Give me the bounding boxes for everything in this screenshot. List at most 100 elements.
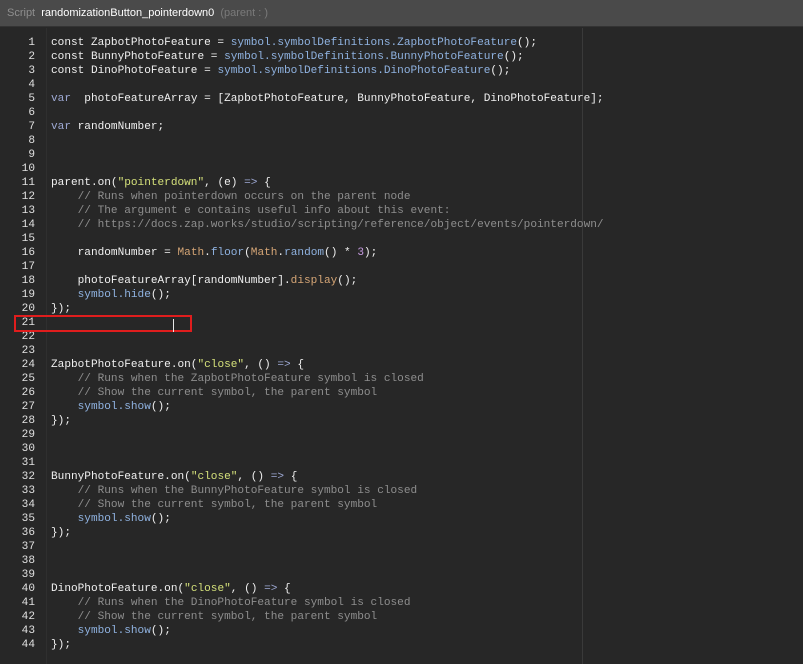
code-text[interactable]: symbol.show(); — [51, 512, 171, 526]
code-line[interactable]: 8 — [0, 134, 803, 148]
code-text[interactable]: randomNumber = Math.floor(Math.random() … — [51, 246, 378, 260]
code-line[interactable]: 27 symbol.show(); — [0, 400, 803, 414]
code-line[interactable]: 14 // https://docs.zap.works/studio/scri… — [0, 218, 803, 232]
code-token: => — [244, 177, 258, 189]
code-text[interactable]: }); — [51, 302, 71, 316]
code-line[interactable]: 10 — [0, 162, 803, 176]
code-line[interactable]: 36}); — [0, 526, 803, 540]
code-text[interactable]: // https://docs.zap.works/studio/scripti… — [51, 218, 604, 232]
line-number: 8 — [28, 135, 35, 147]
code-text[interactable]: // Show the current symbol, the parent s… — [51, 386, 378, 400]
line-number: 12 — [21, 191, 35, 203]
code-line[interactable]: 24 ZapbotPhotoFeature.on("close", () => { — [0, 358, 803, 372]
code-token: symbol.hide — [77, 289, 151, 301]
code-line[interactable]: 18 photoFeatureArray[randomNumber].displ… — [0, 274, 803, 288]
code-text[interactable]: }); — [51, 526, 71, 540]
code-line[interactable]: 35 symbol.show(); — [0, 512, 803, 526]
line-number: 28 — [21, 415, 35, 427]
code-token: (); — [150, 625, 171, 637]
code-line[interactable]: 38 — [0, 554, 803, 568]
code-text[interactable]: // Runs when the BunnyPhotoFeature symbo… — [51, 484, 418, 498]
code-text[interactable]: photoFeatureArray[randomNumber].display(… — [51, 274, 358, 288]
code-text[interactable]: DinoPhotoFeature.on("close", () => { — [51, 582, 291, 596]
code-text[interactable]: symbol.show(); — [51, 400, 171, 414]
script-title-bar: Script randomizationButton_pointerdown0 … — [0, 0, 803, 27]
code-line[interactable]: 39 — [0, 568, 803, 582]
code-text[interactable]: BunnyPhotoFeature.on("close", () => { — [51, 470, 297, 484]
line-number: 14 — [21, 219, 35, 231]
code-text[interactable]: // Runs when the ZapbotPhotoFeature symb… — [51, 372, 424, 386]
code-line[interactable]: 33 // Runs when the BunnyPhotoFeature sy… — [0, 484, 803, 498]
code-line[interactable]: 32 BunnyPhotoFeature.on("close", () => { — [0, 470, 803, 484]
code-line[interactable]: 17 — [0, 260, 803, 274]
code-token: ( — [244, 247, 251, 259]
code-line[interactable]: 3 const DinoPhotoFeature = symbol.symbolD… — [0, 64, 803, 78]
code-token: symbol.symbolDefinitions.ZapbotPhotoFeat… — [230, 37, 518, 49]
code-line[interactable]: 40 DinoPhotoFeature.on("close", () => { — [0, 582, 803, 596]
line-number: 40 — [21, 583, 35, 595]
code-line[interactable]: 43 symbol.show(); — [0, 624, 803, 638]
line-number: 36 — [21, 527, 35, 539]
code-line[interactable]: 22 — [0, 330, 803, 344]
code-text[interactable]: ZapbotPhotoFeature.on("close", () => { — [51, 358, 304, 372]
line-number: 11 — [21, 177, 35, 189]
code-text[interactable]: symbol.show(); — [51, 624, 171, 638]
line-number: 38 — [21, 555, 35, 567]
code-line[interactable]: 12 // Runs when pointerdown occurs on th… — [0, 190, 803, 204]
code-token: => — [264, 583, 278, 595]
code-token: , () — [237, 471, 271, 483]
code-line[interactable]: 5 var photoFeatureArray = [ZapbotPhotoFea… — [0, 92, 803, 106]
code-line[interactable]: 2 const BunnyPhotoFeature = symbol.symbol… — [0, 50, 803, 64]
code-text[interactable]: // Show the current symbol, the parent s… — [51, 610, 378, 624]
code-line[interactable]: 41 // Runs when the DinoPhotoFeature sym… — [0, 596, 803, 610]
code-text[interactable]: }); — [51, 414, 71, 428]
code-line[interactable]: 30 — [0, 442, 803, 456]
code-text[interactable]: // Runs when pointerdown occurs on the p… — [51, 190, 411, 204]
code-line[interactable]: 26 // Show the current symbol, the paren… — [0, 386, 803, 400]
code-text[interactable]: var photoFeatureArray = [ZapbotPhotoFeat… — [51, 92, 604, 106]
code-line[interactable]: 11 parent.on("pointerdown", (e) => { — [0, 176, 803, 190]
code-text[interactable]: const DinoPhotoFeature = symbol.symbolDe… — [51, 64, 510, 78]
code-line[interactable]: 6 — [0, 106, 803, 120]
line-number: 7 — [28, 121, 35, 133]
code-text[interactable]: var randomNumber; — [51, 120, 164, 134]
code-line[interactable]: 20}); — [0, 302, 803, 316]
line-number: 34 — [21, 499, 35, 511]
code-text[interactable]: parent.on("pointerdown", (e) => { — [51, 176, 271, 190]
code-token: Math — [177, 247, 205, 259]
code-line[interactable]: 9 — [0, 148, 803, 162]
code-text[interactable]: const ZapbotPhotoFeature = symbol.symbol… — [51, 36, 537, 50]
code-line[interactable]: 1 const ZapbotPhotoFeature = symbol.symbo… — [0, 36, 803, 50]
code-line[interactable]: 25 // Runs when the ZapbotPhotoFeature s… — [0, 372, 803, 386]
code-line[interactable]: 28}); — [0, 414, 803, 428]
code-lines[interactable]: 1 const ZapbotPhotoFeature = symbol.symbo… — [0, 36, 803, 652]
code-text[interactable]: // The argument e contains useful info a… — [51, 204, 451, 218]
code-text[interactable]: const BunnyPhotoFeature = symbol.symbolD… — [51, 50, 524, 64]
code-line[interactable]: 37 — [0, 540, 803, 554]
code-line[interactable]: 16 randomNumber = Math.floor(Math.random… — [0, 246, 803, 260]
code-text[interactable]: // Show the current symbol, the parent s… — [51, 498, 378, 512]
code-line[interactable]: 7 var randomNumber; — [0, 120, 803, 134]
code-text[interactable]: // Runs when the DinoPhotoFeature symbol… — [51, 596, 411, 610]
code-line[interactable]: 13 // The argument e contains useful inf… — [0, 204, 803, 218]
code-line[interactable]: 29 — [0, 428, 803, 442]
line-number: 4 — [28, 79, 35, 91]
code-line[interactable]: 4 — [0, 78, 803, 92]
code-token: var — [51, 93, 71, 105]
code-line[interactable]: 23 — [0, 344, 803, 358]
code-token: DinoPhotoFeature.on( — [51, 583, 185, 595]
code-line[interactable]: 31 — [0, 456, 803, 470]
code-editor[interactable]: 1 const ZapbotPhotoFeature = symbol.symbo… — [0, 28, 803, 664]
code-text[interactable]: }); — [51, 638, 71, 652]
code-token: // Show the current symbol, the parent s… — [51, 499, 378, 511]
code-token: { — [277, 583, 291, 595]
code-token: (); — [150, 289, 171, 301]
code-line[interactable]: 42 // Show the current symbol, the paren… — [0, 610, 803, 624]
code-text[interactable]: symbol.hide(); — [51, 288, 171, 302]
code-line[interactable]: 44}); — [0, 638, 803, 652]
code-line[interactable]: 19 symbol.hide(); — [0, 288, 803, 302]
code-line[interactable]: 15 — [0, 232, 803, 246]
code-line[interactable]: 34 // Show the current symbol, the paren… — [0, 498, 803, 512]
code-token: "close" — [197, 359, 245, 371]
code-token: ); — [364, 247, 378, 259]
